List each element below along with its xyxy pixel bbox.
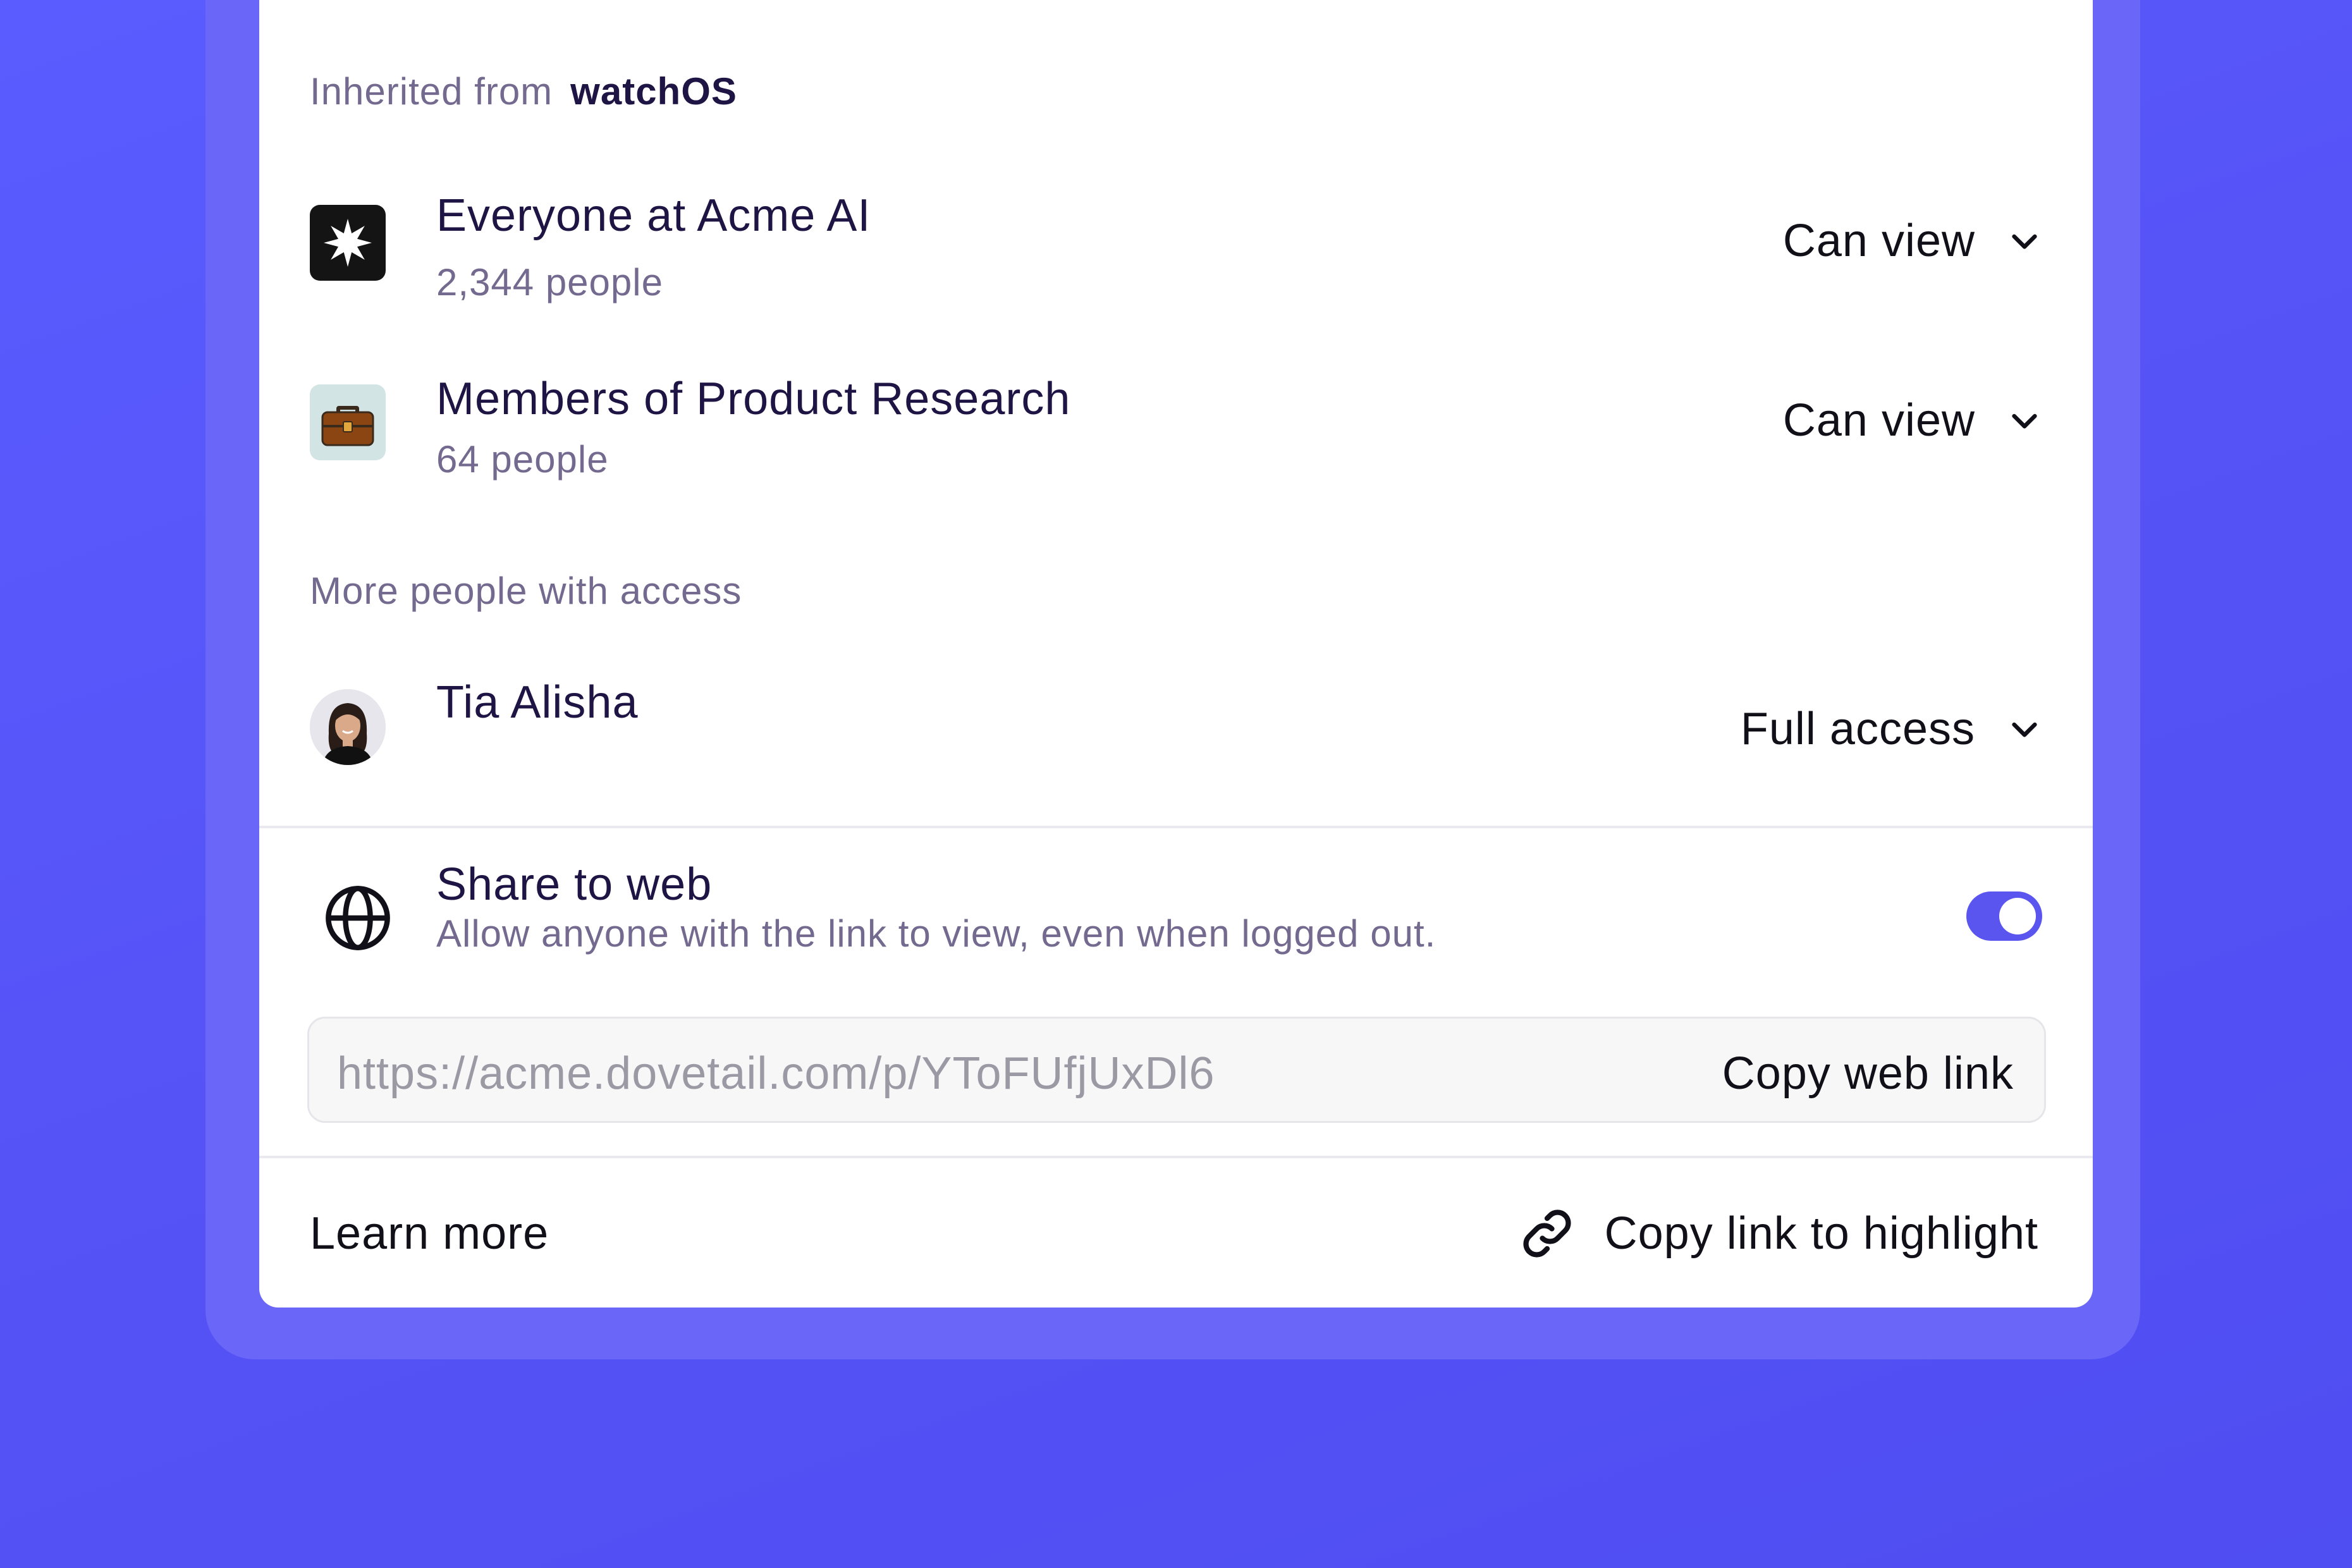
group-count: 64 people	[436, 438, 609, 481]
group-name: Everyone at Acme AI	[436, 190, 871, 241]
group-count: 2,344 people	[436, 261, 663, 303]
share-web-title: Share to web	[436, 859, 713, 910]
more-people-label: More people with access	[310, 570, 742, 612]
copy-web-link-button[interactable]: Copy web link	[1722, 1048, 2014, 1099]
copy-highlight-button[interactable]: Copy link to highlight	[1519, 1205, 2038, 1262]
permission-label: Can view	[1782, 395, 1975, 446]
web-link-field[interactable]: https://acme.dovetail.com/p/YToFUfjUxDl6…	[307, 1017, 2046, 1123]
group-name: Members of Product Research	[436, 374, 1071, 424]
briefcase-icon	[310, 384, 386, 460]
inherited-label: Inherited from	[310, 70, 553, 113]
share-web-description: Allow anyone with the link to view, even…	[436, 912, 1436, 955]
globe-icon	[322, 883, 393, 957]
divider	[259, 1156, 2093, 1158]
learn-more-link[interactable]: Learn more	[310, 1208, 549, 1259]
permission-dropdown[interactable]: Can view	[1783, 215, 2042, 267]
inherited-source: watchOS	[570, 70, 737, 113]
inherited-header: Inherited from watchOS	[310, 70, 737, 113]
permission-label: Can view	[1782, 216, 1975, 266]
divider	[259, 826, 2093, 828]
copy-highlight-label: Copy link to highlight	[1604, 1208, 2038, 1259]
acme-logo-icon	[310, 205, 386, 281]
link-icon	[1523, 1210, 1571, 1258]
share-web-toggle[interactable]	[1966, 891, 2042, 941]
permission-dropdown[interactable]: Full access	[1741, 703, 2042, 755]
permission-dropdown[interactable]: Can view	[1783, 395, 2042, 446]
chevron-down-icon	[2012, 413, 2037, 429]
chevron-down-icon	[2012, 722, 2037, 737]
share-panel: Inherited from watchOS Everyone at Acme …	[259, 0, 2093, 1308]
avatar	[310, 689, 386, 765]
toggle-knob	[1999, 898, 2036, 934]
chevron-down-icon	[2012, 234, 2037, 249]
person-name: Tia Alisha	[436, 677, 639, 728]
web-link-url[interactable]: https://acme.dovetail.com/p/YToFUfjUxDl6	[337, 1048, 1215, 1099]
permission-label: Full access	[1740, 704, 1975, 754]
